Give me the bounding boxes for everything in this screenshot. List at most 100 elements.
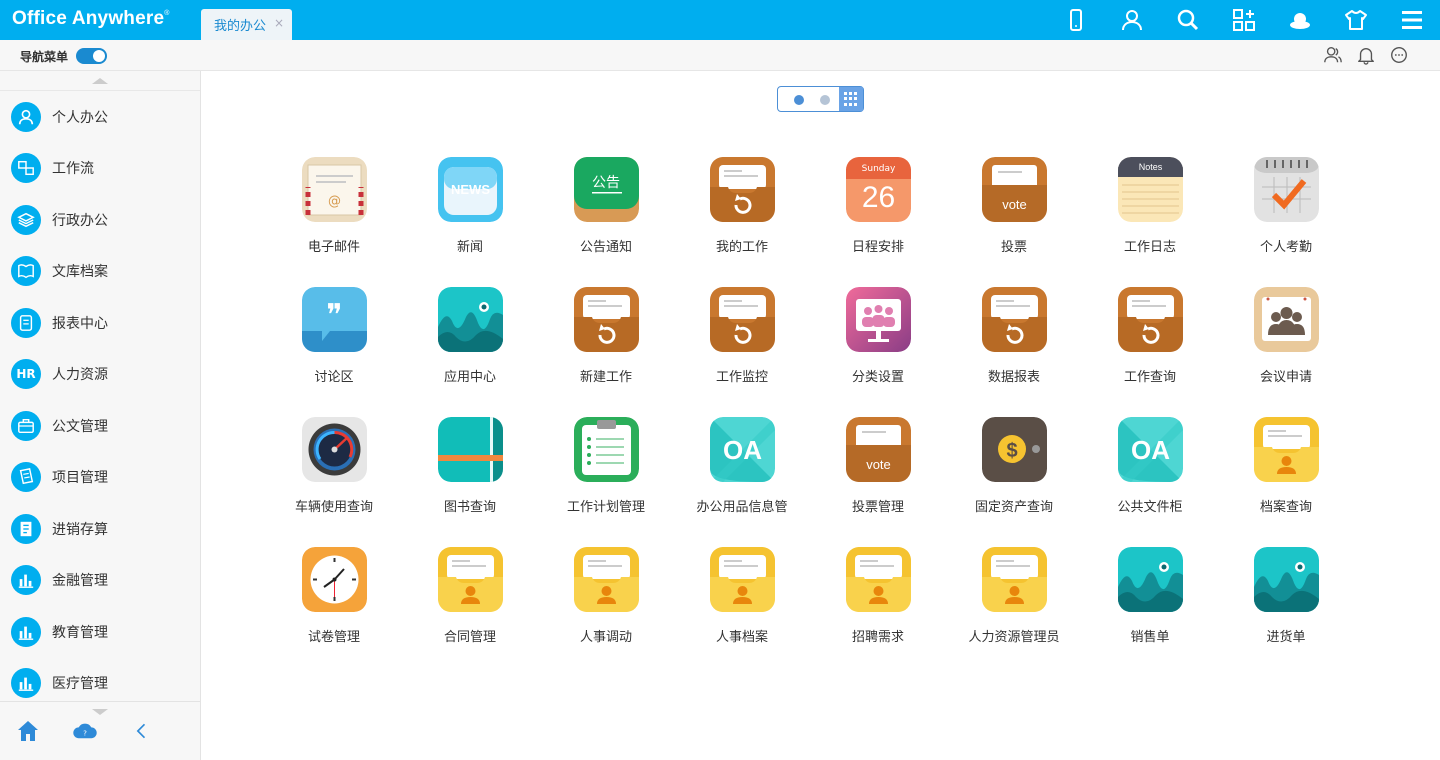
app-tile[interactable]: 新建工作 bbox=[538, 287, 674, 397]
app-tile[interactable]: 车辆使用查询 bbox=[266, 417, 402, 527]
app-tile[interactable]: 档案查询 bbox=[1218, 417, 1354, 527]
app-label: 新闻 bbox=[456, 240, 483, 255]
home-icon[interactable] bbox=[14, 717, 42, 745]
bar-chart-icon bbox=[11, 668, 41, 699]
sidebar-item-label: 公文管理 bbox=[52, 418, 108, 435]
sidebar-item[interactable]: 个人办公 bbox=[0, 91, 200, 143]
app-label: 进货单 bbox=[1266, 630, 1306, 645]
app-logo[interactable]: Office Anywhere® bbox=[12, 8, 170, 30]
person-icon bbox=[11, 101, 41, 132]
app-tile[interactable]: 数据报表 bbox=[946, 287, 1082, 397]
app-tile[interactable]: OA 办公用品信息管 bbox=[674, 417, 810, 527]
apps-icon[interactable] bbox=[1216, 0, 1272, 40]
layers-icon bbox=[11, 204, 41, 235]
vote-icon: vote bbox=[845, 417, 911, 482]
app-tile[interactable]: 进货单 bbox=[1218, 547, 1354, 657]
mail-icon: @ bbox=[301, 157, 367, 222]
sidebar-item[interactable]: 项目管理 bbox=[0, 452, 200, 504]
user-icon[interactable] bbox=[1104, 0, 1160, 40]
oa-icon: OA bbox=[1117, 417, 1183, 482]
app-tile[interactable]: vote 投票管理 bbox=[810, 417, 946, 527]
tab-close-icon[interactable]: × bbox=[274, 16, 284, 30]
sub-toolbar bbox=[1322, 44, 1410, 66]
app-tile[interactable]: 工作计划管理 bbox=[538, 417, 674, 527]
app-tile[interactable]: 我的工作 bbox=[674, 157, 810, 267]
app-tile[interactable]: 个人考勤 bbox=[1218, 157, 1354, 267]
app-tile[interactable]: 图书查询 bbox=[402, 417, 538, 527]
tray-orange-icon bbox=[573, 287, 639, 352]
sidebar-item[interactable]: 进销存算 bbox=[0, 503, 200, 555]
contacts-icon[interactable] bbox=[1322, 44, 1344, 66]
app-tile[interactable]: 试卷管理 bbox=[266, 547, 402, 657]
sidebar-item[interactable]: 工作流 bbox=[0, 143, 200, 195]
sidebar-item[interactable]: HR 人力资源 bbox=[0, 349, 200, 401]
sidebar-item[interactable]: 报表中心 bbox=[0, 297, 200, 349]
app-icon-text: Notes bbox=[1138, 162, 1162, 172]
app-tile[interactable]: NEWS 新闻 bbox=[402, 157, 538, 267]
app-tile[interactable]: 人力资源管理员 bbox=[946, 547, 1082, 657]
tray-yellow-icon bbox=[437, 547, 503, 612]
app-tile[interactable]: Notes 工作日志 bbox=[1082, 157, 1218, 267]
sidebar-scroll-up[interactable] bbox=[0, 71, 200, 90]
app-label: 个人考勤 bbox=[1259, 240, 1312, 255]
app-label: 投票管理 bbox=[851, 500, 904, 515]
collapse-icon[interactable] bbox=[128, 717, 156, 745]
search-icon[interactable] bbox=[1160, 0, 1216, 40]
briefcase-icon bbox=[11, 410, 41, 441]
app-tile[interactable]: 应用中心 bbox=[402, 287, 538, 397]
app-tile[interactable]: Sunday 26 日程安排 bbox=[810, 157, 946, 267]
wallet-icon: $ bbox=[981, 417, 1047, 482]
sidebar-item[interactable]: 医疗管理 bbox=[0, 658, 200, 703]
page-dot-1[interactable] bbox=[794, 95, 804, 105]
app-tile[interactable]: 公告 公告通知 bbox=[538, 157, 674, 267]
app-tile[interactable]: 合同管理 bbox=[402, 547, 538, 657]
skin-icon[interactable] bbox=[1272, 0, 1328, 40]
app-tile[interactable]: ❞ 讨论区 bbox=[266, 287, 402, 397]
app-tile[interactable]: vote 投票 bbox=[946, 157, 1082, 267]
top-bar: Office Anywhere® 我的办公 × bbox=[0, 0, 1440, 40]
app-icon-text: ❞ bbox=[326, 298, 342, 333]
app-tile[interactable]: 分类设置 bbox=[810, 287, 946, 397]
calendar-icon: Sunday 26 bbox=[845, 157, 911, 222]
sidebar-item-label: 报表中心 bbox=[52, 315, 108, 332]
logo-text: Office Anywhere bbox=[12, 8, 165, 29]
app-label: 日程安排 bbox=[851, 240, 904, 255]
sidebar-item[interactable]: 公文管理 bbox=[0, 400, 200, 452]
sidebar-item[interactable]: 文库档案 bbox=[0, 246, 200, 298]
bar-chart-icon bbox=[11, 565, 41, 596]
app-tile[interactable]: @ 电子邮件 bbox=[266, 157, 402, 267]
app-tile[interactable]: 人事档案 bbox=[674, 547, 810, 657]
sidebar-item-label: 项目管理 bbox=[52, 470, 108, 487]
sidebar-item[interactable]: 金融管理 bbox=[0, 555, 200, 607]
app-label: 我的工作 bbox=[715, 240, 768, 255]
app-label: 工作监控 bbox=[715, 370, 768, 385]
nav-menu-toggle[interactable] bbox=[76, 48, 107, 64]
chat-icon[interactable] bbox=[1388, 44, 1410, 66]
app-tile[interactable]: 招聘需求 bbox=[810, 547, 946, 657]
bell-icon[interactable] bbox=[1355, 44, 1377, 66]
app-tile[interactable]: 销售单 bbox=[1082, 547, 1218, 657]
app-tile[interactable]: $ 固定资产查询 bbox=[946, 417, 1082, 527]
grid-view-icon[interactable] bbox=[839, 87, 863, 111]
sidebar-item-label: 工作流 bbox=[52, 161, 94, 178]
app-tile[interactable]: 会议申请 bbox=[1218, 287, 1354, 397]
report-icon bbox=[11, 307, 41, 338]
tab-my-office[interactable]: 我的办公 × bbox=[201, 9, 292, 40]
app-tile[interactable]: 人事调动 bbox=[538, 547, 674, 657]
app-label: 工作日志 bbox=[1123, 240, 1176, 255]
page-switcher bbox=[777, 86, 864, 112]
sidebar-item[interactable]: 教育管理 bbox=[0, 606, 200, 658]
sidebar-menu: 个人办公工作流行政办公 文库档案报表中心 HR 人力资源公文管理项目管理进销存算 金融管… bbox=[0, 90, 200, 702]
app-tile[interactable]: 工作查询 bbox=[1082, 287, 1218, 397]
app-tile[interactable]: OA 公共文件柜 bbox=[1082, 417, 1218, 527]
app-icon-text: OA bbox=[723, 435, 762, 465]
cloud-help-icon[interactable]: ? bbox=[71, 717, 99, 745]
app-icon-text: OA bbox=[1131, 435, 1170, 465]
nav-menu-label: 导航菜单 bbox=[20, 50, 69, 64]
mobile-icon[interactable] bbox=[1048, 0, 1104, 40]
sidebar-item[interactable]: 行政办公 bbox=[0, 194, 200, 246]
theme-icon[interactable] bbox=[1328, 0, 1384, 40]
page-dot-2[interactable] bbox=[820, 95, 830, 105]
menu-icon[interactable] bbox=[1384, 0, 1440, 40]
app-tile[interactable]: 工作监控 bbox=[674, 287, 810, 397]
